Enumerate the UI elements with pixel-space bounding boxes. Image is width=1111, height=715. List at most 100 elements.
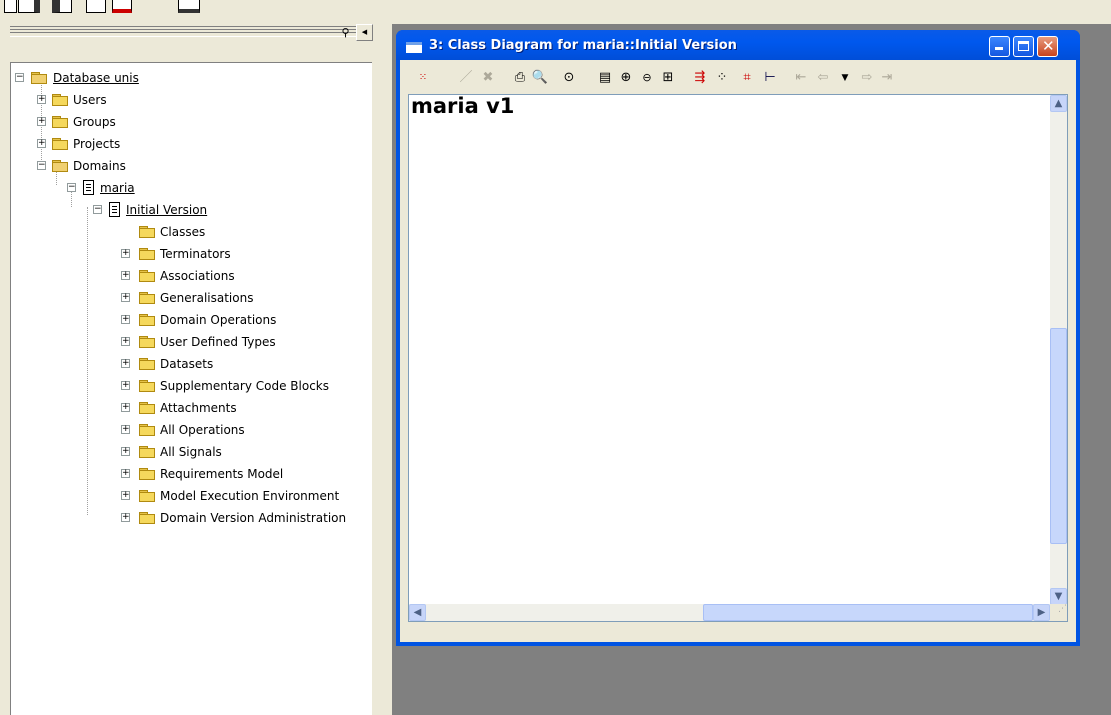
collapse-icon[interactable]: − (37, 161, 46, 170)
expand-icon[interactable]: + (121, 293, 130, 302)
properties-icon[interactable]: ▤ (596, 69, 614, 87)
new-icon[interactable] (4, 0, 17, 13)
edit-icon[interactable]: ／ (456, 69, 476, 87)
print-preview-icon[interactable]: 🔍 (530, 69, 550, 87)
class-diagram-window: 3: Class Diagram for maria::Initial Vers… (396, 30, 1080, 646)
window-client: ⁙ ／ ✖ ⎙ 🔍 ⊙ ▤ ⊕ ⊖ ⊞ ⇶ ⁘ ⌗ ⊢ ⇤ ⇦ ▼ ⇨ ⇥ ma… (400, 60, 1076, 642)
diagram-title: maria v1 (411, 94, 515, 118)
tree-pane: ⚲ ◀ − Database unis + Users + Groups + P… (0, 24, 392, 715)
folder-icon (139, 248, 155, 260)
horizontal-scrollbar[interactable]: ◀ ▶ (409, 604, 1050, 621)
tree-node-label: User Defined Types (160, 335, 276, 349)
folder-open-icon (52, 160, 68, 172)
expand-icon[interactable]: + (121, 469, 130, 478)
align-icon[interactable]: ⊢ (760, 69, 780, 87)
tree-node-label: maria (100, 181, 135, 195)
scroll-up-icon[interactable]: ▲ (1050, 95, 1067, 112)
document-icon (109, 202, 120, 217)
tree-node-label: Database unis (53, 71, 139, 85)
model-tree[interactable]: − Database unis + Users + Groups + Proje… (10, 62, 372, 715)
zoom-out-icon[interactable]: ⊖ (638, 69, 656, 87)
first-icon[interactable]: ⇤ (792, 69, 810, 87)
diagram-toolbar: ⁙ ／ ✖ ⎙ 🔍 ⊙ ▤ ⊕ ⊖ ⊞ ⇶ ⁘ ⌗ ⊢ ⇤ ⇦ ▼ ⇨ ⇥ (400, 60, 1076, 94)
tree-node-label: Supplementary Code Blocks (160, 379, 330, 393)
layout-icon[interactable]: ⇶ (690, 69, 710, 87)
close-icon[interactable]: ✕ (1037, 36, 1058, 57)
back-icon[interactable]: ⇦ (814, 69, 832, 87)
folder-icon (139, 402, 155, 414)
window-titlebar[interactable]: 3: Class Diagram for maria::Initial Vers… (396, 30, 1080, 60)
expand-icon[interactable]: + (121, 271, 130, 280)
folder-icon (139, 468, 155, 480)
mdi-area: 3: Class Diagram for maria::Initial Vers… (392, 0, 1111, 715)
pin-icon[interactable]: ⚲ (338, 26, 353, 40)
delete-icon[interactable] (112, 0, 132, 13)
tree-node-label: Associations (160, 269, 235, 283)
tree-node-label: All Signals (160, 445, 222, 459)
forward-icon[interactable]: ⇨ (858, 69, 876, 87)
expand-icon[interactable]: + (121, 359, 130, 368)
tree-node-label: Groups (73, 115, 116, 129)
expand-icon[interactable]: + (37, 95, 46, 104)
zoom-in-icon[interactable]: ⊕ (616, 69, 636, 87)
grid-icon[interactable]: ⁘ (712, 69, 732, 87)
folder-icon (139, 424, 155, 436)
scroll-left-icon[interactable]: ◀ (409, 604, 426, 621)
resize-grip-icon[interactable]: ⋰ (1050, 604, 1067, 621)
expand-icon[interactable]: + (121, 403, 130, 412)
folder-icon (139, 512, 155, 524)
pane-header (10, 24, 372, 37)
expand-icon[interactable]: + (121, 249, 130, 258)
snap-icon[interactable]: ⌗ (738, 69, 756, 87)
vertical-scroll-thumb[interactable] (1050, 328, 1067, 544)
last-icon[interactable]: ⇥ (878, 69, 896, 87)
tree-node-label: Datasets (160, 357, 214, 371)
folder-icon (52, 94, 68, 106)
expand-icon[interactable]: + (121, 337, 130, 346)
scroll-down-icon[interactable]: ▼ (1050, 588, 1067, 605)
horizontal-scroll-thumb[interactable] (703, 604, 1033, 621)
scroll-right-icon[interactable]: ▶ (1033, 604, 1050, 621)
properties-icon[interactable] (86, 0, 106, 13)
vertical-scrollbar[interactable]: ▲ ▼ (1050, 95, 1067, 605)
window-icon (406, 42, 422, 53)
expand-icon[interactable]: + (121, 425, 130, 434)
expand-icon[interactable]: + (121, 491, 130, 500)
minimize-icon[interactable] (989, 36, 1010, 57)
expand-icon[interactable]: + (121, 513, 130, 522)
delete-icon[interactable]: ✖ (478, 69, 498, 87)
expand-icon[interactable]: + (121, 381, 130, 390)
dropdown-icon[interactable]: ▼ (836, 69, 854, 87)
folder-icon (139, 292, 155, 304)
expand-icon[interactable]: + (37, 117, 46, 126)
tree-node-label: Users (73, 93, 107, 107)
folder-icon (139, 314, 155, 326)
tree-node-label: Initial Version (126, 203, 208, 217)
tree-node-label: Generalisations (160, 291, 254, 305)
print-icon[interactable]: ⎙ (510, 69, 530, 87)
tree-node-label: Model Execution Environment (160, 489, 340, 503)
expand-icon[interactable]: + (121, 315, 130, 324)
folder-icon (52, 116, 68, 128)
dropdown-icon[interactable] (178, 0, 200, 13)
fit-icon[interactable]: ⊞ (658, 69, 678, 87)
save-icon[interactable] (52, 0, 72, 13)
open-icon[interactable] (18, 0, 40, 13)
expand-icon[interactable]: + (121, 447, 130, 456)
diagram-canvas[interactable]: maria v1 ▲ ▼ ◀ ▶ ⋰ (408, 94, 1068, 622)
tree-node-label: Domain Version Administration (160, 511, 347, 525)
tree-node-label: Classes (160, 225, 206, 239)
collapse-icon[interactable]: − (93, 205, 102, 214)
find-icon[interactable]: ⊙ (558, 69, 580, 87)
expand-icon[interactable]: + (37, 139, 46, 148)
collapse-icon[interactable]: − (15, 73, 24, 82)
arrow-left-icon[interactable]: ◀ (356, 24, 373, 41)
folder-icon (52, 138, 68, 150)
maximize-icon[interactable] (1013, 36, 1034, 57)
folder-icon (139, 358, 155, 370)
collapse-icon[interactable]: − (67, 183, 76, 192)
folder-icon (139, 380, 155, 392)
folder-icon (139, 490, 155, 502)
folder-open-icon (31, 72, 47, 84)
select-mode-icon[interactable]: ⁙ (412, 69, 434, 87)
